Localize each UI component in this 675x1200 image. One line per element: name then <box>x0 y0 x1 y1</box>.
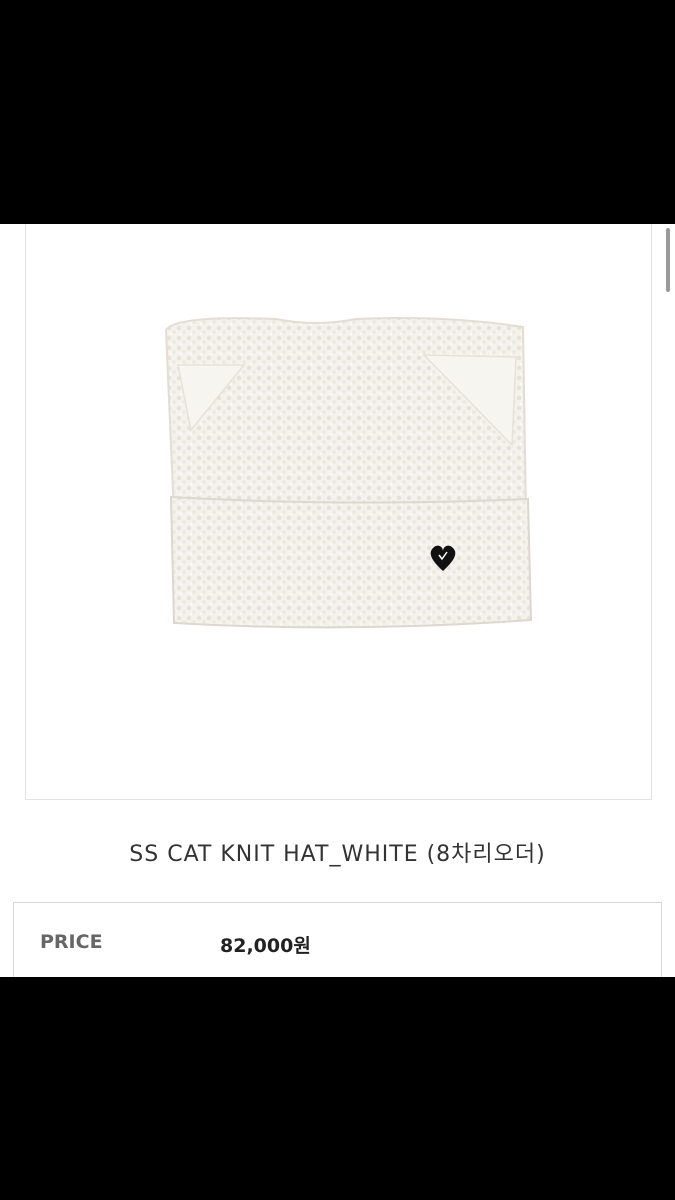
product-image[interactable] <box>25 224 652 800</box>
price-value: 82,000원 <box>220 935 311 957</box>
price-box: PRICE 82,000원 <box>13 902 662 977</box>
hat-crown <box>164 317 527 522</box>
hat-illustration <box>164 317 533 629</box>
bottom-black-bar <box>0 977 675 1200</box>
top-black-bar <box>0 0 675 224</box>
page-viewport: SS CAT KNIT HAT_WHITE (8차리오더) PRICE 82,0… <box>0 224 675 977</box>
scrollbar[interactable] <box>666 228 670 292</box>
price-label: PRICE <box>40 931 103 953</box>
hat-cuff <box>169 495 533 629</box>
product-title: SS CAT KNIT HAT_WHITE (8차리오더) <box>129 842 546 867</box>
